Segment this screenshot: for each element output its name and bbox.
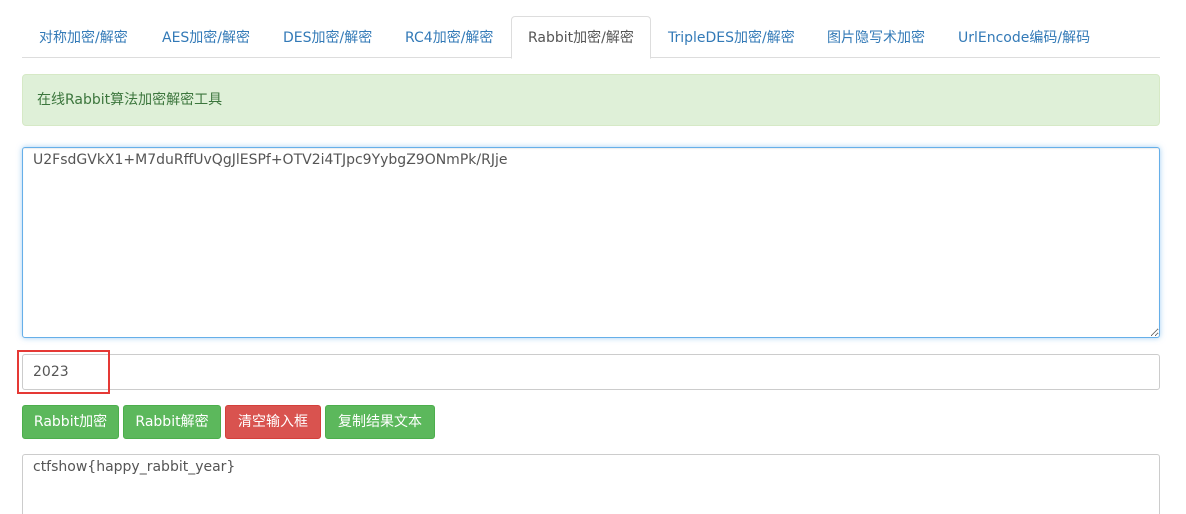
- tool-description-alert: 在线Rabbit算法加密解密工具: [22, 74, 1160, 126]
- tab-bar: 对称加密/解密 AES加密/解密 DES加密/解密 RC4加密/解密 Rabbi…: [22, 16, 1160, 59]
- tab-rabbit[interactable]: Rabbit加密/解密: [511, 16, 651, 59]
- page: 对称加密/解密 AES加密/解密 DES加密/解密 RC4加密/解密 Rabbi…: [0, 0, 1186, 514]
- tab-urlencode[interactable]: UrlEncode编码/解码: [941, 16, 1107, 58]
- tab-rc4[interactable]: RC4加密/解密: [388, 16, 510, 58]
- clear-input-button[interactable]: 清空输入框: [225, 405, 321, 439]
- tab-tripledes[interactable]: TripleDES加密/解密: [651, 16, 812, 58]
- tab-des[interactable]: DES加密/解密: [266, 16, 389, 58]
- tab-steganography[interactable]: 图片隐写术加密: [810, 16, 942, 58]
- rabbit-encrypt-button[interactable]: Rabbit加密: [22, 405, 119, 439]
- key-input[interactable]: [22, 354, 1160, 390]
- tab-symmetric[interactable]: 对称加密/解密: [22, 16, 145, 58]
- rabbit-decrypt-button[interactable]: Rabbit解密: [123, 405, 221, 439]
- output-textarea[interactable]: ctfshow{happy_rabbit_year}: [22, 454, 1160, 514]
- input-textarea[interactable]: U2FsdGVkX1+M7duRffUvQgJlESPf+OTV2i4TJpc9…: [22, 147, 1160, 338]
- tab-aes[interactable]: AES加密/解密: [145, 16, 267, 58]
- copy-result-button[interactable]: 复制结果文本: [325, 405, 435, 439]
